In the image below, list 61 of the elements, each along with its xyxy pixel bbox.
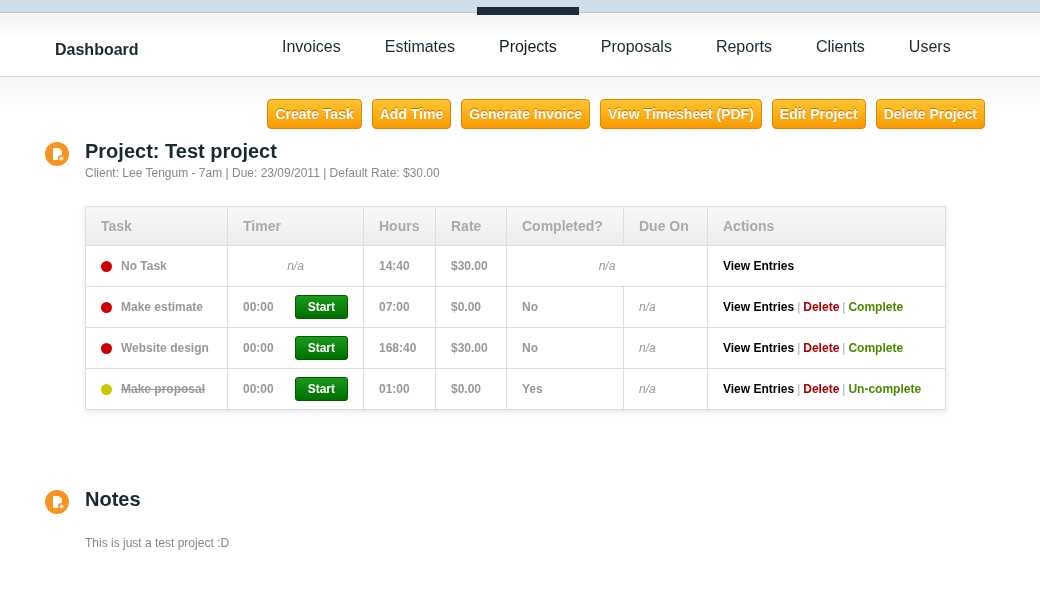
rate-cell: $30.00 bbox=[451, 341, 488, 355]
separator: | bbox=[842, 341, 846, 355]
notes-title: Notes bbox=[85, 488, 141, 511]
completed-cell: No bbox=[522, 341, 538, 355]
action-link[interactable]: Un-complete bbox=[848, 382, 922, 396]
timer-cell: 00:00 bbox=[243, 341, 274, 355]
action-link[interactable]: View Entries bbox=[723, 300, 795, 314]
start-button[interactable]: Start bbox=[294, 295, 348, 319]
timer-cell: n/a bbox=[287, 259, 304, 273]
nav-item[interactable]: Reports bbox=[693, 0, 794, 76]
project-meta: Client: Lee Tengum - 7am | Due: 23/09/2011 | Default Rate: $30.00 bbox=[85, 166, 440, 180]
completed-cell: n/a bbox=[598, 259, 616, 273]
action-link[interactable]: Complete bbox=[848, 341, 904, 355]
action-link[interactable]: View Entries bbox=[723, 341, 795, 355]
column-header: Completed? bbox=[506, 206, 624, 246]
start-button[interactable]: Start bbox=[294, 377, 348, 401]
separator: | bbox=[797, 341, 801, 355]
due-cell: n/a bbox=[639, 300, 656, 314]
column-header: Due On bbox=[623, 206, 708, 246]
due-cell: n/a bbox=[639, 382, 656, 396]
action-link[interactable]: View Entries bbox=[723, 382, 795, 396]
nav-item[interactable]: Clients bbox=[793, 0, 887, 76]
completed-cell: Yes bbox=[522, 382, 543, 396]
task-name: Make estimate bbox=[121, 300, 204, 314]
nav-item[interactable]: Estimates bbox=[362, 0, 477, 76]
completed-cell: No bbox=[522, 300, 538, 314]
action-link[interactable]: Delete bbox=[803, 341, 840, 355]
nav-item[interactable]: Users bbox=[886, 0, 973, 76]
timer-cell: 00:00 bbox=[243, 300, 274, 314]
task-name: No Task bbox=[121, 259, 167, 273]
hours-cell: 07:00 bbox=[379, 300, 410, 314]
separator: | bbox=[842, 382, 846, 396]
action-link[interactable]: Delete bbox=[803, 382, 840, 396]
column-header: Actions bbox=[707, 206, 946, 246]
column-header: Timer bbox=[227, 206, 364, 246]
notes-text: This is just a test project :D bbox=[85, 536, 231, 550]
hours-cell: 14:40 bbox=[379, 259, 410, 273]
column-header: Hours bbox=[363, 206, 436, 246]
due-cell: n/a bbox=[639, 341, 656, 355]
rate-cell: $0.00 bbox=[451, 300, 482, 314]
action-link[interactable]: Delete bbox=[803, 300, 840, 314]
action-link[interactable]: Complete bbox=[848, 300, 904, 314]
task-name: Website design bbox=[121, 341, 209, 355]
rate-cell: $30.00 bbox=[451, 259, 488, 273]
nav-item[interactable]: Invoices bbox=[260, 0, 363, 76]
nav-item[interactable]: Projects bbox=[476, 0, 579, 76]
action-link[interactable]: View Entries bbox=[723, 259, 795, 273]
project-title: Project: Test project bbox=[85, 140, 278, 163]
timer-cell: 00:00 bbox=[243, 382, 274, 396]
separator: | bbox=[842, 300, 846, 314]
rate-cell: $0.00 bbox=[451, 382, 482, 396]
separator: | bbox=[797, 300, 801, 314]
brand-title[interactable]: Dashboard bbox=[55, 0, 245, 76]
column-header: Task bbox=[85, 206, 228, 246]
nav-item[interactable]: Proposals bbox=[578, 0, 694, 76]
task-name: Make proposal bbox=[121, 382, 206, 396]
column-header: Rate bbox=[435, 206, 507, 246]
hours-cell: 01:00 bbox=[379, 382, 410, 396]
start-button[interactable]: Start bbox=[294, 336, 348, 360]
separator: | bbox=[797, 382, 801, 396]
hours-cell: 168:40 bbox=[379, 341, 417, 355]
